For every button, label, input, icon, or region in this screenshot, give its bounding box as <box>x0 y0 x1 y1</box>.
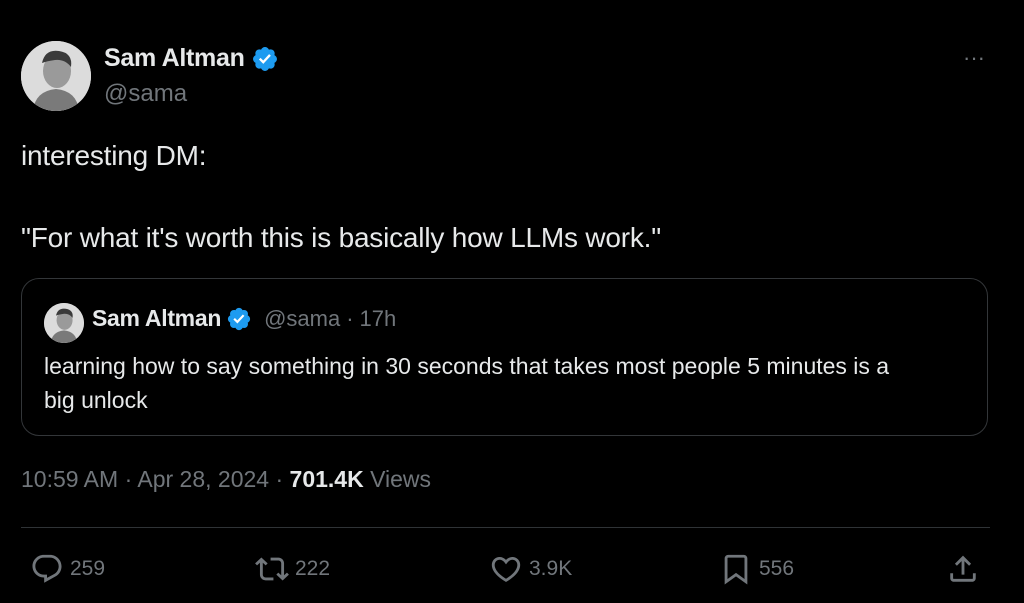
retweet-icon <box>255 557 289 581</box>
share-button[interactable] <box>946 551 986 587</box>
quote-header: Sam Altman @sama · 17h <box>92 305 396 332</box>
quote-timestamp: 17h <box>359 305 397 331</box>
reply-button[interactable]: 259 <box>30 551 105 587</box>
divider <box>21 527 990 528</box>
tweet-text-line-2: "For what it's worth this is basically h… <box>21 222 661 253</box>
author-avatar[interactable] <box>21 41 91 111</box>
verified-badge-icon <box>227 307 251 330</box>
like-button[interactable]: 3.9K <box>489 551 572 587</box>
quote-separator: · <box>346 305 354 331</box>
tweet-text-line-1: interesting DM: <box>21 140 207 171</box>
verified-badge-icon <box>252 46 277 71</box>
author-handle[interactable]: @sama <box>104 80 187 108</box>
quote-author-name: Sam Altman <box>92 305 222 331</box>
tweet-time[interactable]: 10:59 AM <box>21 466 118 492</box>
bookmark-icon <box>724 554 748 585</box>
more-dots-icon[interactable]: ··· <box>958 44 990 72</box>
author-name-row[interactable]: Sam Altman <box>104 44 279 73</box>
reply-icon <box>32 554 62 583</box>
quote-author-handle: @sama <box>264 305 341 331</box>
views-label: Views <box>370 466 432 492</box>
author-name[interactable]: Sam Altman <box>104 44 245 73</box>
meta-separator: · <box>124 466 133 492</box>
like-count: 3.9K <box>529 557 573 580</box>
meta-separator: · <box>275 466 284 492</box>
reply-count: 259 <box>70 557 106 580</box>
bookmark-count: 556 <box>759 557 795 580</box>
heart-icon <box>491 556 521 582</box>
retweet-count: 222 <box>295 557 331 580</box>
tweet-date[interactable]: Apr 28, 2024 <box>137 466 269 492</box>
bookmark-button[interactable]: 556 <box>719 551 794 587</box>
share-icon <box>950 555 976 582</box>
quote-author-avatar <box>44 303 84 343</box>
tweet-meta: 10:59 AM · Apr 28, 2024 · 701.4K Views <box>21 466 431 493</box>
quote-text: learning how to say something in 30 seco… <box>44 353 890 413</box>
quoted-tweet-card[interactable]: Sam Altman @sama · 17h learning how to s… <box>21 278 988 436</box>
views-count: 701.4K <box>289 466 364 492</box>
retweet-button[interactable]: 222 <box>255 551 330 587</box>
